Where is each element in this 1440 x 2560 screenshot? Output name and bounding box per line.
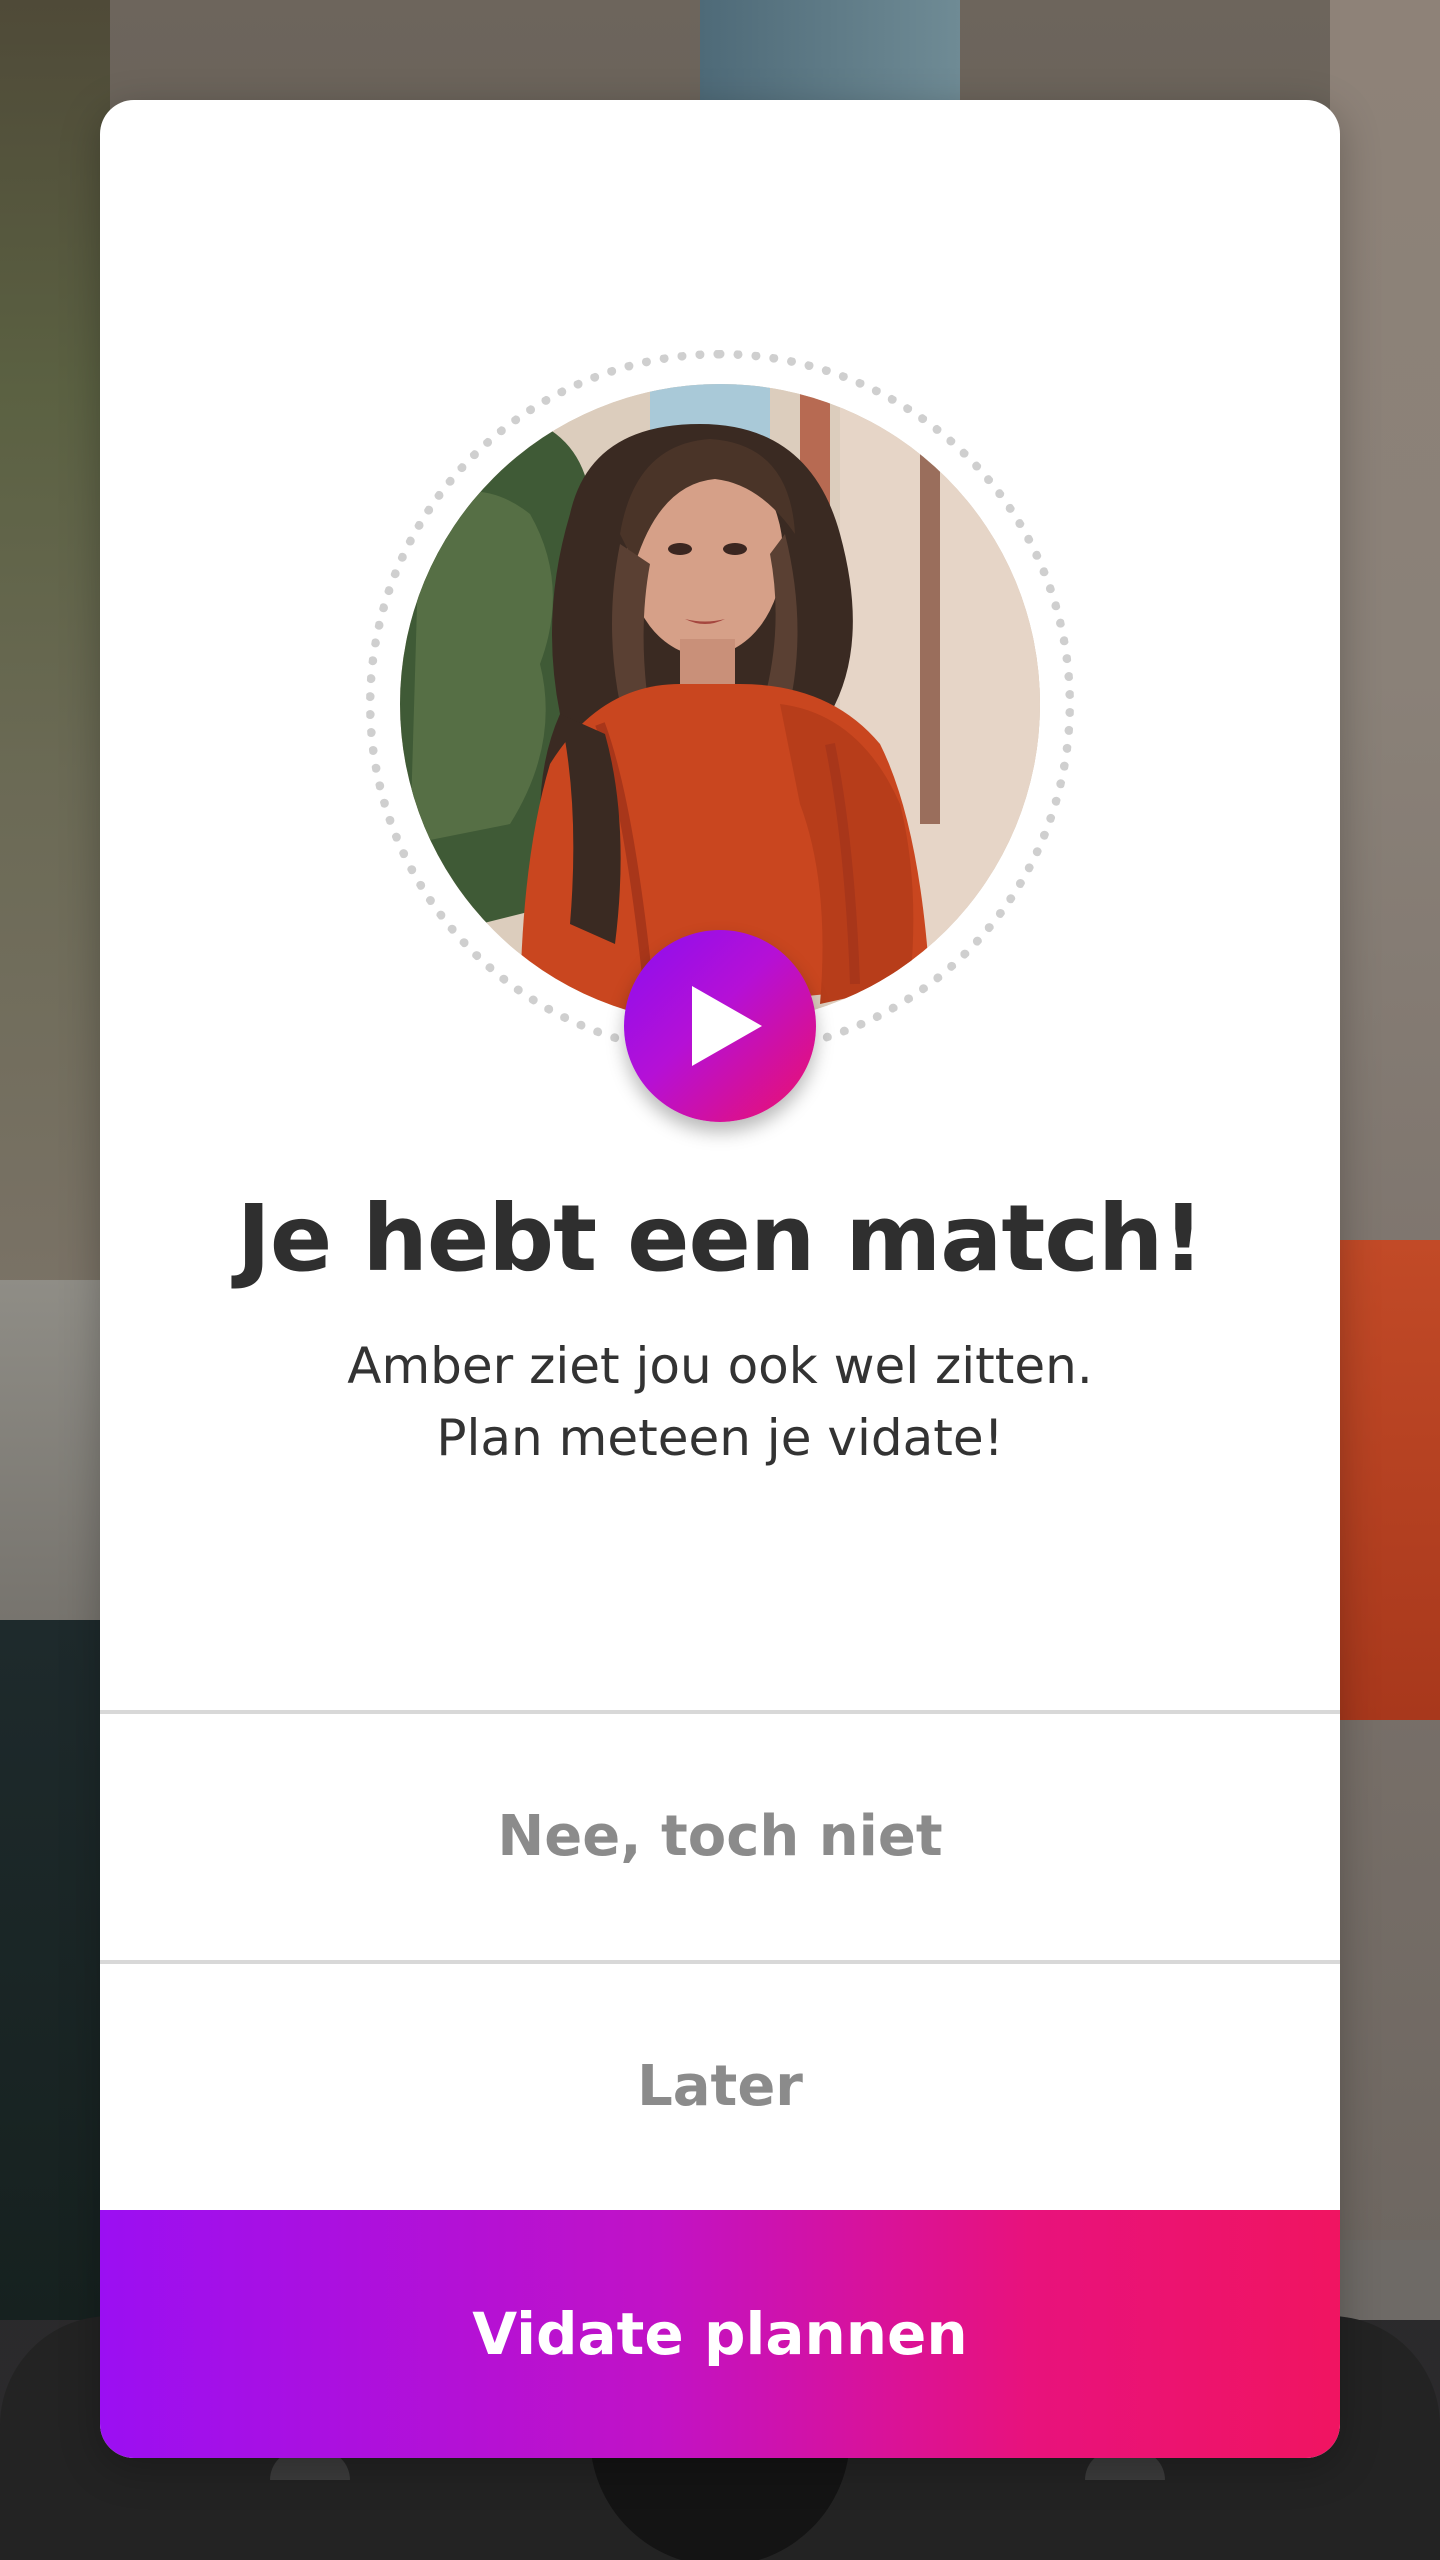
background-foliage <box>0 0 110 1300</box>
later-button[interactable]: Later <box>100 1960 1340 2208</box>
background-shadow <box>0 1620 110 2320</box>
profile-photo-illustration <box>400 384 1040 1024</box>
decline-button[interactable]: Nee, toch niet <box>100 1710 1340 1958</box>
match-modal: Je hebt een match! Amber ziet jou ook we… <box>100 100 1340 2458</box>
match-subtitle: Amber ziet jou ook wel zitten. Plan mete… <box>100 1330 1340 1474</box>
background-window <box>700 0 960 110</box>
background-ground-right <box>1340 2240 1440 2320</box>
background-wall <box>1330 0 1440 2250</box>
play-icon <box>692 986 762 1066</box>
background-ground <box>0 1280 110 1620</box>
subtitle-line-2: Plan meteen je vidate! <box>436 1409 1004 1467</box>
subtitle-line-1: Amber ziet jou ook wel zitten. <box>347 1337 1093 1395</box>
match-title: Je hebt een match! <box>236 1185 1205 1292</box>
profile-photo <box>400 384 1040 1024</box>
background-sweater <box>1340 1240 1440 1720</box>
play-video-button[interactable] <box>624 930 816 1122</box>
plan-vidate-button[interactable]: Vidate plannen <box>100 2210 1340 2458</box>
